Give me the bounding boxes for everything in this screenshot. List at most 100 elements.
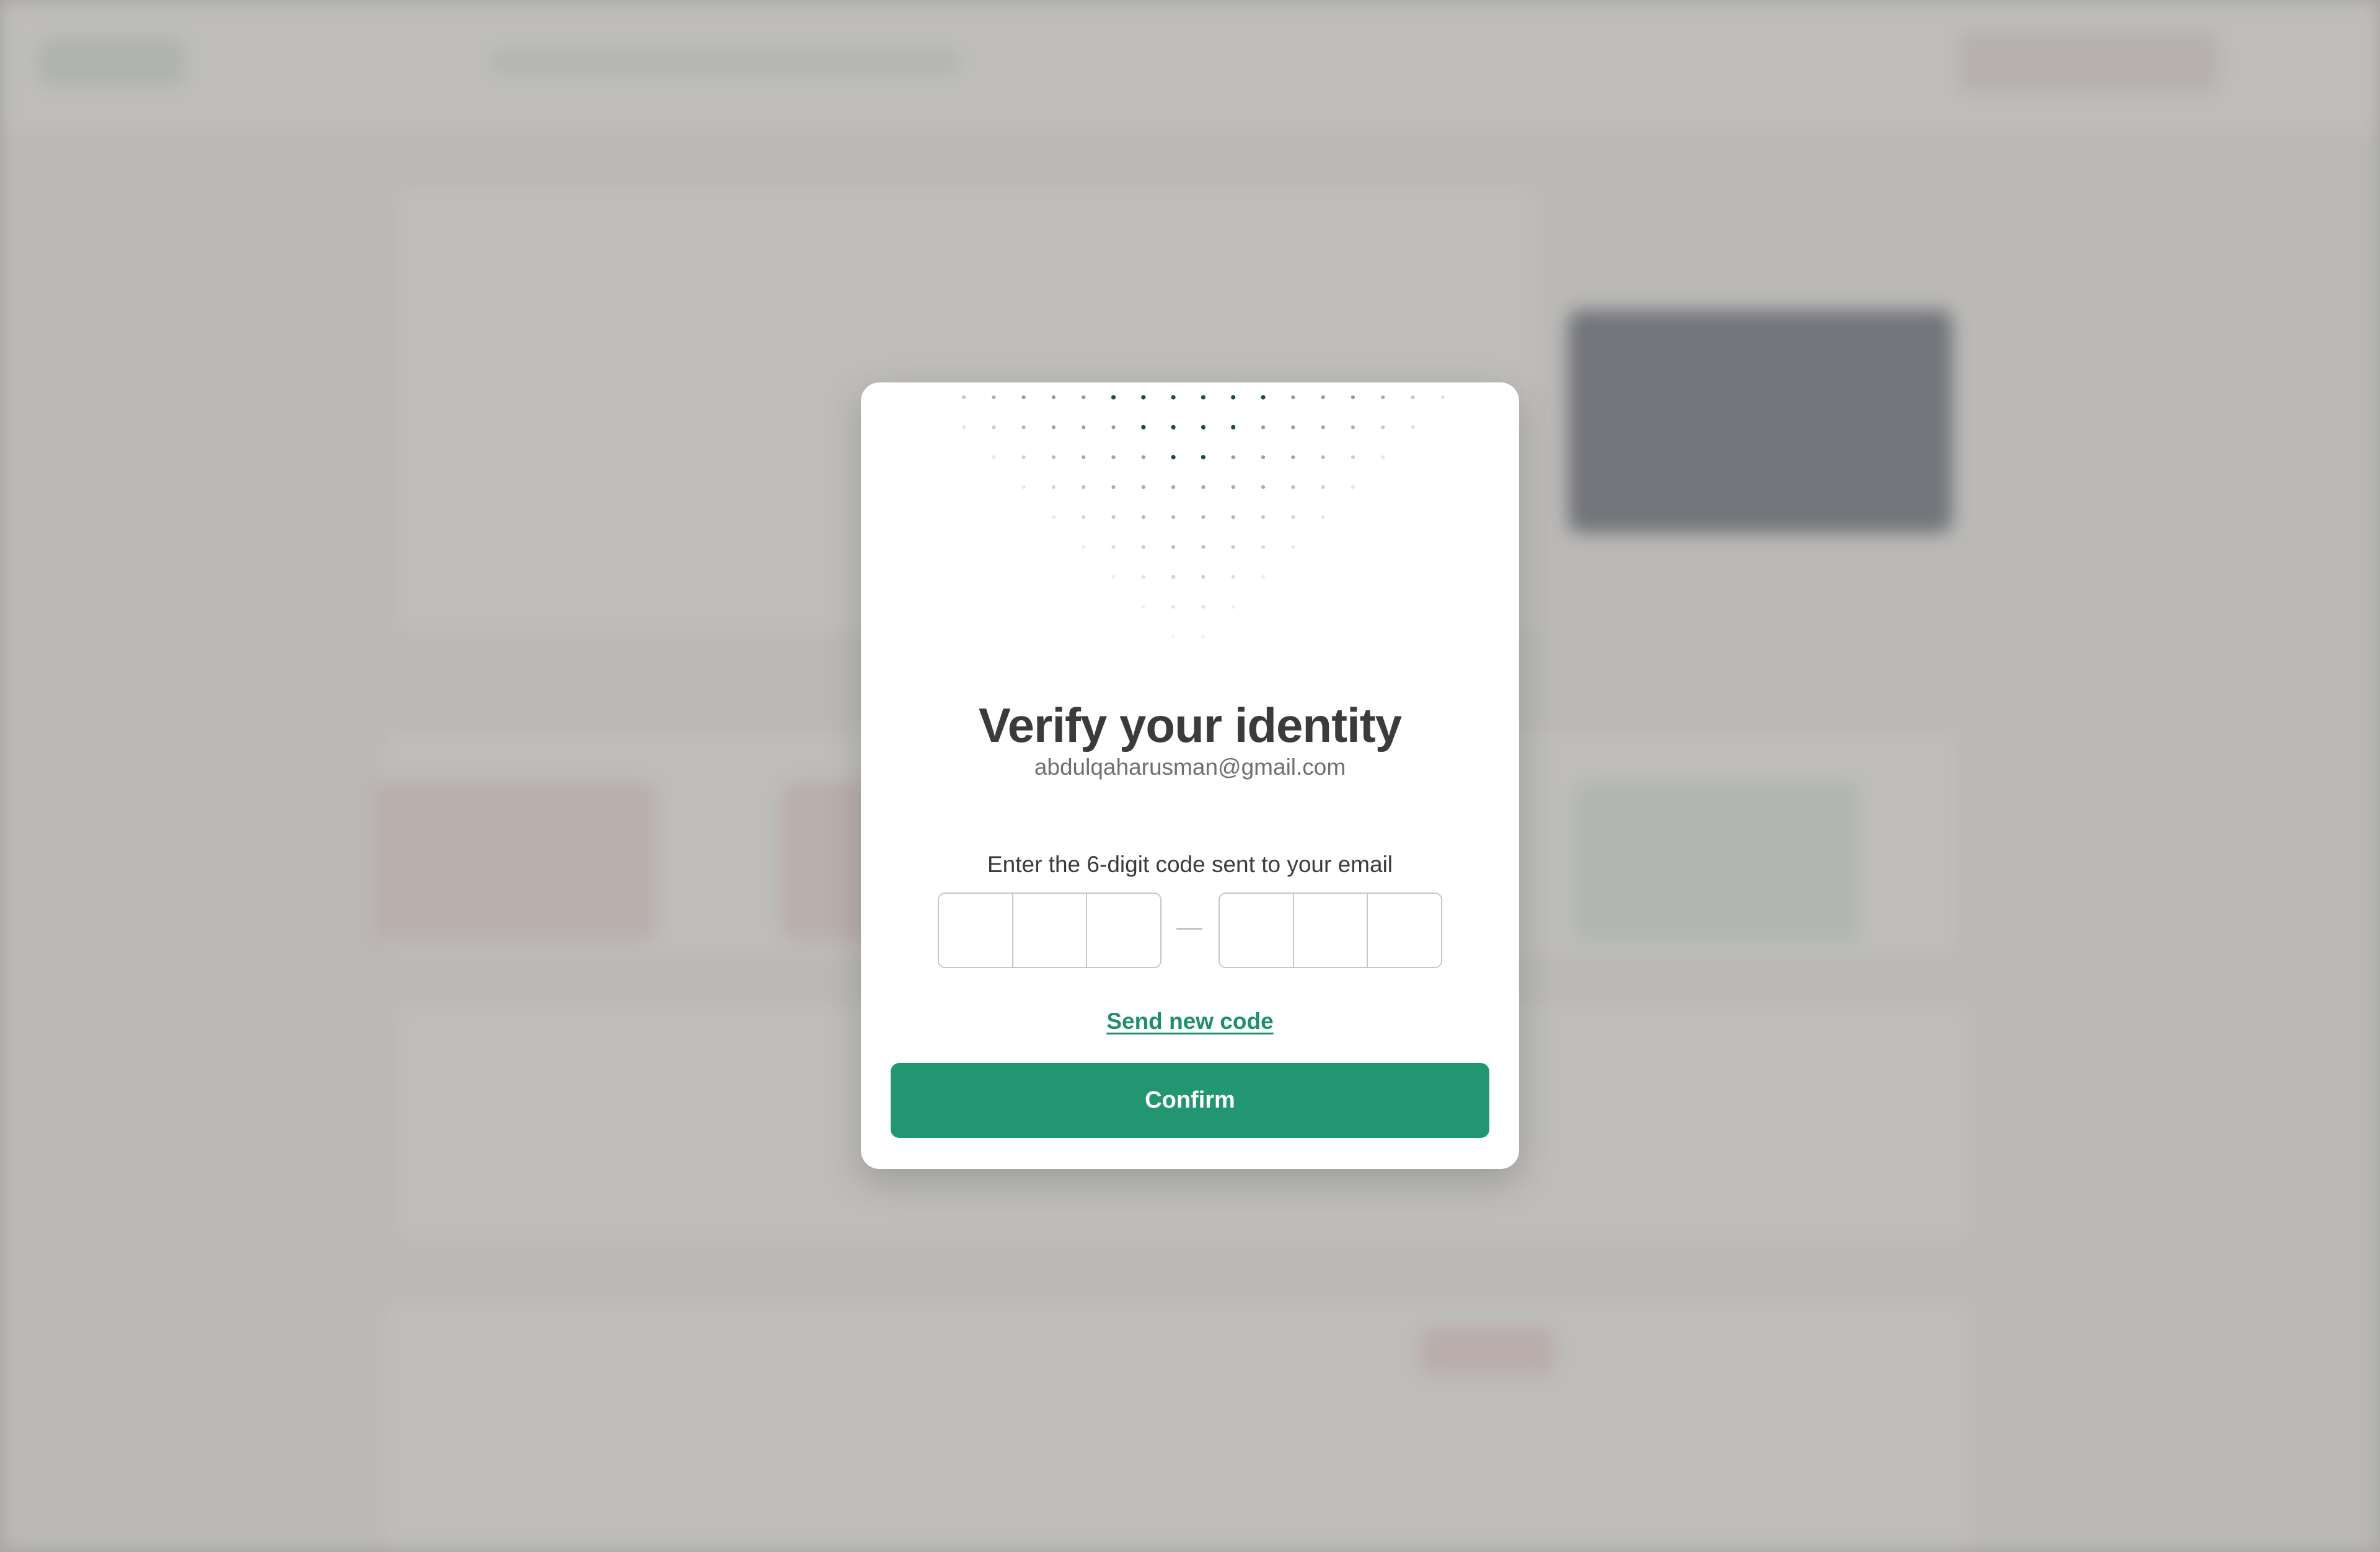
pattern-dot bbox=[1261, 425, 1266, 430]
pattern-dot bbox=[1111, 575, 1116, 579]
pattern-dot bbox=[1261, 395, 1266, 400]
pattern-dot bbox=[1261, 455, 1266, 459]
pattern-dot bbox=[1351, 425, 1355, 430]
pattern-dot bbox=[1201, 395, 1205, 400]
pattern-dot bbox=[1411, 395, 1415, 400]
verify-identity-modal: Verify your identity abdulqaharusman@gma… bbox=[861, 382, 1519, 1169]
modal-title: Verify your identity bbox=[978, 698, 1402, 752]
pattern-dot bbox=[1291, 395, 1295, 400]
pattern-dot bbox=[1051, 425, 1056, 430]
send-new-code-link[interactable]: Send new code bbox=[861, 1008, 1519, 1034]
pattern-dot bbox=[1201, 455, 1205, 460]
user-email: abdulqaharusman@gmail.com bbox=[1034, 754, 1346, 780]
pattern-dot bbox=[1111, 515, 1116, 519]
pattern-dot bbox=[1291, 455, 1295, 459]
code-digit-3[interactable] bbox=[1087, 894, 1160, 967]
pattern-dot bbox=[1111, 425, 1116, 430]
dot-pattern-illustration bbox=[961, 395, 1445, 639]
pattern-dot bbox=[1351, 455, 1355, 459]
pattern-dot bbox=[1111, 395, 1116, 400]
pattern-dot bbox=[1321, 515, 1325, 519]
confirm-button[interactable]: Confirm bbox=[891, 1063, 1489, 1138]
pattern-dot bbox=[1171, 485, 1176, 489]
pattern-dot bbox=[1381, 425, 1385, 430]
pattern-dot bbox=[1141, 605, 1145, 609]
pattern-dot bbox=[1321, 395, 1325, 400]
code-digit-2[interactable] bbox=[1013, 894, 1088, 967]
pattern-dot bbox=[1201, 515, 1205, 519]
pattern-dot bbox=[1082, 515, 1086, 519]
pattern-dot bbox=[1021, 455, 1026, 459]
pattern-dot bbox=[1321, 425, 1325, 430]
pattern-dot bbox=[1141, 455, 1145, 459]
code-input-group-1 bbox=[938, 893, 1161, 968]
pattern-dot bbox=[1111, 455, 1116, 459]
pattern-dot bbox=[1321, 485, 1325, 489]
code-digit-6[interactable] bbox=[1368, 894, 1441, 967]
pattern-dot bbox=[1141, 515, 1145, 519]
code-digit-1[interactable] bbox=[939, 894, 1013, 967]
pattern-dot bbox=[1351, 485, 1355, 489]
pattern-dot bbox=[1231, 515, 1235, 519]
pattern-dot bbox=[1261, 485, 1266, 489]
pattern-dot bbox=[1051, 455, 1056, 459]
pattern-dot bbox=[1171, 395, 1176, 400]
pattern-dot bbox=[1171, 635, 1176, 639]
pattern-dot bbox=[1291, 485, 1295, 489]
pattern-dot bbox=[992, 395, 996, 400]
pattern-dot bbox=[1261, 515, 1266, 519]
pattern-dot bbox=[1261, 545, 1266, 549]
pattern-dot bbox=[1021, 485, 1026, 489]
pattern-dot bbox=[1141, 545, 1145, 549]
pattern-dot bbox=[1082, 455, 1086, 459]
pattern-dot bbox=[961, 395, 966, 400]
pattern-dot bbox=[1321, 455, 1325, 459]
pattern-dot bbox=[1082, 395, 1086, 400]
pattern-dot bbox=[1141, 485, 1145, 489]
pattern-dot bbox=[1111, 485, 1116, 489]
pattern-dot bbox=[1231, 395, 1236, 400]
pattern-dot bbox=[1381, 395, 1385, 400]
pattern-dot bbox=[1291, 425, 1295, 430]
pattern-dot bbox=[1201, 545, 1205, 549]
pattern-dot bbox=[1021, 425, 1026, 430]
code-digit-5[interactable] bbox=[1294, 894, 1368, 967]
pattern-dot bbox=[992, 455, 996, 459]
pattern-dot bbox=[1171, 605, 1176, 609]
pattern-dot bbox=[1440, 395, 1445, 400]
pattern-dot bbox=[1051, 515, 1056, 519]
pattern-dot bbox=[1381, 455, 1385, 459]
pattern-dot bbox=[1082, 425, 1086, 430]
pattern-dot bbox=[1051, 395, 1056, 400]
pattern-dot bbox=[1171, 455, 1176, 460]
pattern-dot bbox=[1141, 425, 1146, 430]
pattern-dot bbox=[1201, 635, 1205, 639]
code-separator bbox=[1176, 928, 1202, 930]
code-digit-4[interactable] bbox=[1220, 894, 1294, 967]
pattern-dot bbox=[1351, 395, 1355, 400]
pattern-dot bbox=[1201, 605, 1205, 609]
pattern-dot bbox=[1261, 575, 1266, 579]
pattern-dot bbox=[1231, 485, 1235, 489]
pattern-dot bbox=[1231, 575, 1235, 579]
pattern-dot bbox=[1411, 425, 1415, 430]
pattern-dot bbox=[1141, 395, 1146, 400]
pattern-dot bbox=[1171, 425, 1176, 430]
pattern-dot bbox=[1231, 545, 1235, 549]
pattern-dot bbox=[961, 425, 966, 430]
pattern-dot bbox=[1171, 545, 1176, 549]
pattern-dot bbox=[1231, 425, 1236, 430]
pattern-dot bbox=[992, 425, 996, 430]
pattern-dot bbox=[1201, 485, 1205, 489]
pattern-dot bbox=[1231, 455, 1235, 459]
pattern-dot bbox=[1291, 545, 1295, 549]
pattern-dot bbox=[1141, 575, 1145, 579]
pattern-dot bbox=[1201, 575, 1205, 579]
code-input-group-2 bbox=[1219, 893, 1442, 968]
pattern-dot bbox=[1201, 425, 1205, 430]
pattern-dot bbox=[1291, 515, 1295, 519]
pattern-dot bbox=[1171, 575, 1176, 579]
pattern-dot bbox=[1082, 485, 1086, 489]
pattern-dot bbox=[1051, 485, 1056, 489]
pattern-dot bbox=[1171, 515, 1176, 519]
